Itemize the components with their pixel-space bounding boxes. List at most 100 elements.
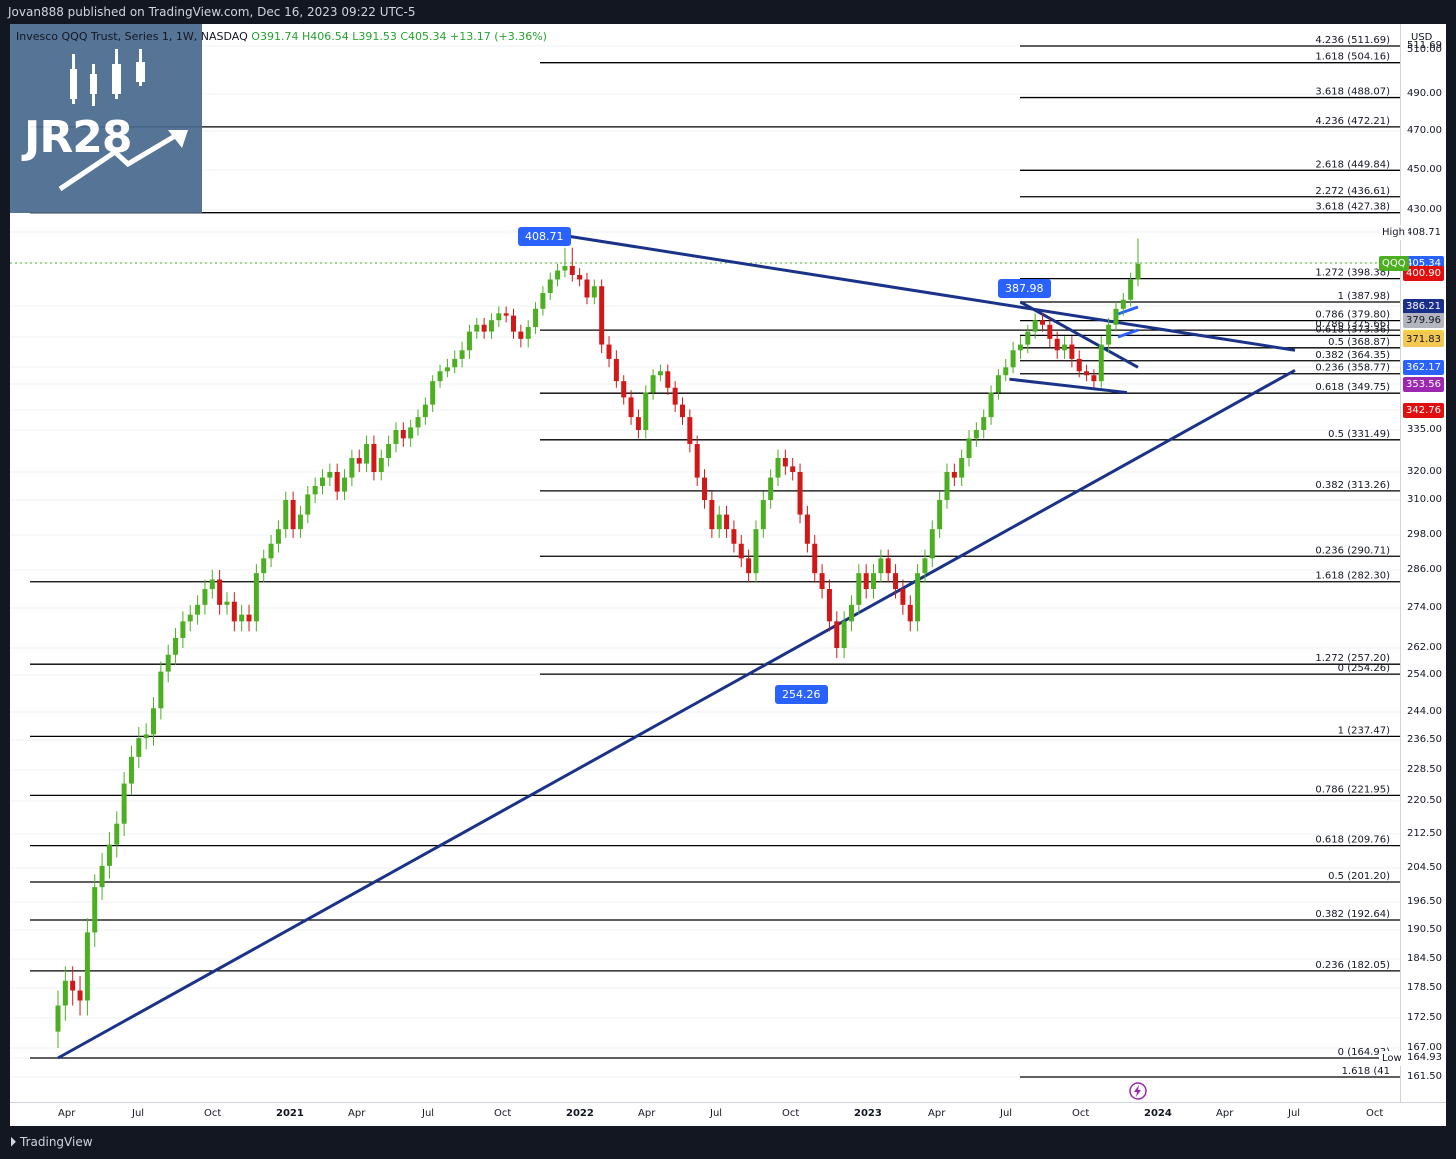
fib-level-b-label: 0.5 (331.49) [1328,429,1390,440]
legend-open: O391.74 [251,30,299,43]
brand-label: TradingView [20,1135,93,1149]
price-axis[interactable]: USD 511.69 510.00 490.00 470.00 450.00 430.00… [1379,24,1446,1102]
candle-body [55,1005,61,1032]
candle-body [657,371,663,376]
candle-body [555,270,561,280]
price-tick: 178.50 [1407,982,1442,993]
candle-body [826,589,832,622]
time-label: Oct [494,1108,512,1119]
fib-level-b-label: 0 (254.26) [1338,663,1390,674]
candle-body [430,381,436,405]
candle-body [569,266,575,276]
candle-body [459,350,465,359]
price-tick: 184.50 [1407,953,1442,964]
candle-body [540,292,546,309]
candle-body [768,477,774,500]
price-tick: 204.50 [1407,862,1442,873]
candle-body [474,324,480,332]
price-tick: 320.00 [1407,466,1442,477]
price-tick: 164.93 [1407,1052,1442,1063]
price-tick: 286.00 [1407,564,1442,575]
time-label: 2021 [276,1108,304,1119]
price-tick: 161.50 [1407,1071,1442,1082]
fib-level-b-label: 1.618 (504.16) [1315,52,1390,63]
candle-body [929,529,935,559]
lightning-icon[interactable] [1128,1081,1148,1101]
candle-body [114,823,120,845]
candle-body [1084,371,1090,376]
time-label: Apr [348,1108,366,1119]
candle-body [665,371,671,388]
legend-high: H406.54 [301,30,349,43]
publish-header: Jovan888 published on TradingView.com, D… [0,0,1456,24]
candle-body [1091,375,1097,382]
price-tick: 298.00 [1407,529,1442,540]
time-label: Oct [782,1108,800,1119]
time-label: Jul [132,1108,145,1119]
fib-level-c-label: 0.618 (373.36) [1315,324,1390,335]
falling-resistance-trendline [541,230,1296,352]
candle-body [62,980,68,1006]
fib-level-a-label: 0.618 (209.76) [1315,835,1390,846]
chart-canvas[interactable]: 1 (237.47) 0.786 (221.95) 0.618 (209.76) 0.… [10,24,1400,1102]
candle-body [77,990,83,1001]
candle-body [753,529,759,574]
price-badge: 408.71 [1403,225,1444,240]
price-tick: 430.00 [1407,204,1442,215]
candle-body [305,494,311,515]
fib-level-c-label: 0.236 (358.77) [1315,363,1390,374]
fib-level-a-label: 0.236 (182.05) [1315,960,1390,971]
time-label: 2023 [854,1108,882,1119]
fib-level-a-label: 4.236 (472.21) [1315,116,1390,127]
fib-level-c-label: 4.236 (511.69) [1315,35,1390,46]
callout-low: 254.26 [775,685,828,704]
price-tick: 254.00 [1407,669,1442,680]
candle-body [944,472,950,500]
fib-level-c-label: 3.618 (488.07) [1315,87,1390,98]
time-label: Oct [1072,1108,1090,1119]
legend-close: C405.34 [400,30,447,43]
candle-body [731,529,737,544]
candle-body [900,589,906,605]
candle-body [621,381,627,398]
candle-body [511,315,517,332]
candle-body [319,477,325,486]
candle-body [496,313,502,321]
candle-body [819,573,825,589]
tradingview-icon: ⏵ [10,1135,17,1149]
time-label: Apr [58,1108,76,1119]
candle-body [848,604,854,622]
legend-symbol: Invesco QQQ Trust, Series 1, 1W, NASDAQ [16,30,248,43]
candle-body [547,279,553,293]
candle-body [158,671,164,709]
candle-body [856,573,862,605]
candle-body [599,286,605,345]
time-label: Oct [1366,1108,1384,1119]
price-badge: 342.76 [1403,403,1444,418]
candle-body [128,756,134,784]
candle-body [202,589,208,605]
candle-body [782,458,788,467]
candle-body [466,331,472,351]
candle-body [804,514,810,544]
candle-body [606,344,612,359]
candle-body [724,514,730,530]
candle-body [613,358,619,382]
price-tick: 190.50 [1407,924,1442,935]
candle-body [349,458,355,478]
candle-body [165,654,171,672]
candle-body [180,621,186,638]
candle-body [253,573,259,622]
price-tick: 310.00 [1407,494,1442,505]
time-label: Apr [928,1108,946,1119]
candle-body [239,614,245,622]
candle-body [217,579,223,605]
time-label: Jul [1288,1108,1301,1119]
candle-body [885,558,891,574]
candle-body [1135,263,1141,280]
candle-body [937,500,943,530]
right-gutter [1446,24,1456,1126]
time-axis[interactable]: Apr Jul Oct 2021 Apr Jul Oct 2022 Apr Jul Oct 2023 A… [10,1102,1446,1126]
callout-high: 408.71 [518,227,571,246]
candle-body [1003,367,1009,376]
